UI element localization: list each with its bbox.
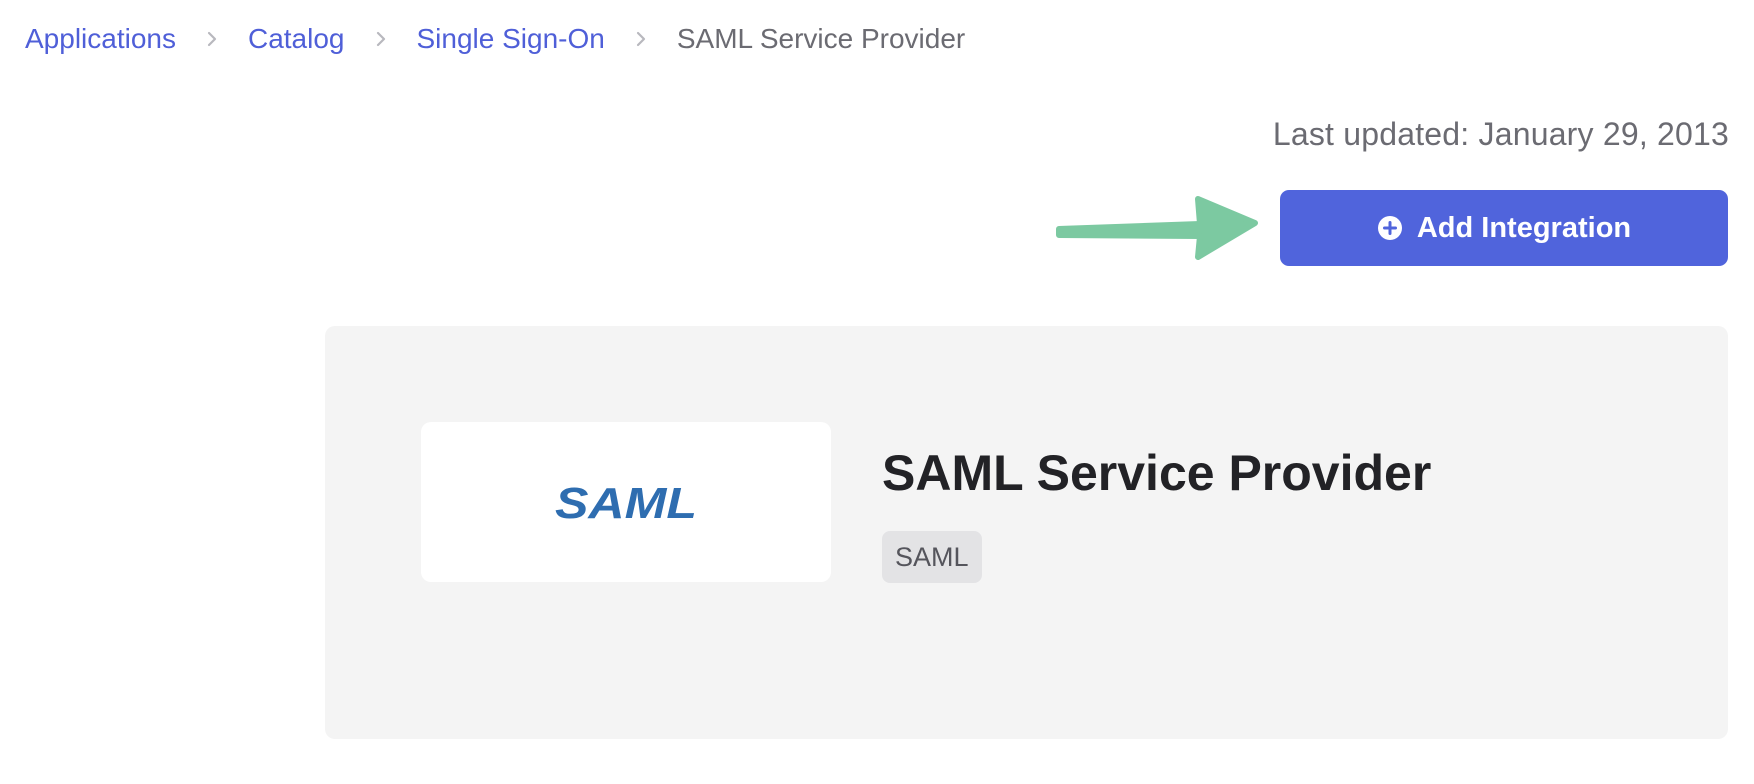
protocol-tag: SAML [882,531,982,583]
breadcrumb-current: SAML Service Provider [676,23,966,54]
chevron-right-icon [629,30,653,48]
breadcrumb-link-applications[interactable]: Applications [25,23,176,55]
integration-card: SAML SAML Service Provider SAML [325,326,1728,739]
saml-logo: SAML [555,479,697,526]
last-updated-label: Last updated: [1272,116,1470,152]
chevron-right-icon [200,30,224,48]
annotation-arrow-icon [1056,196,1258,260]
integration-title: SAML Service Provider [882,445,1432,501]
last-updated-date: January 29, 2013 [1478,116,1729,152]
breadcrumb: Applications Catalog Single Sign-On SAML… [25,18,965,60]
add-integration-button[interactable]: Add Integration [1280,190,1728,266]
chevron-right-icon [369,30,393,48]
plus-circle-icon [1377,215,1403,241]
page: Applications Catalog Single Sign-On SAML… [0,0,1754,784]
last-updated: Last updated: January 29, 2013 [1273,116,1729,153]
saml-logo-text: SAML [555,479,697,526]
breadcrumb-link-single-sign-on[interactable]: Single Sign-On [417,23,605,55]
add-integration-label: Add Integration [1416,211,1632,244]
integration-logo: SAML [421,422,831,582]
breadcrumb-link-catalog[interactable]: Catalog [248,23,345,55]
